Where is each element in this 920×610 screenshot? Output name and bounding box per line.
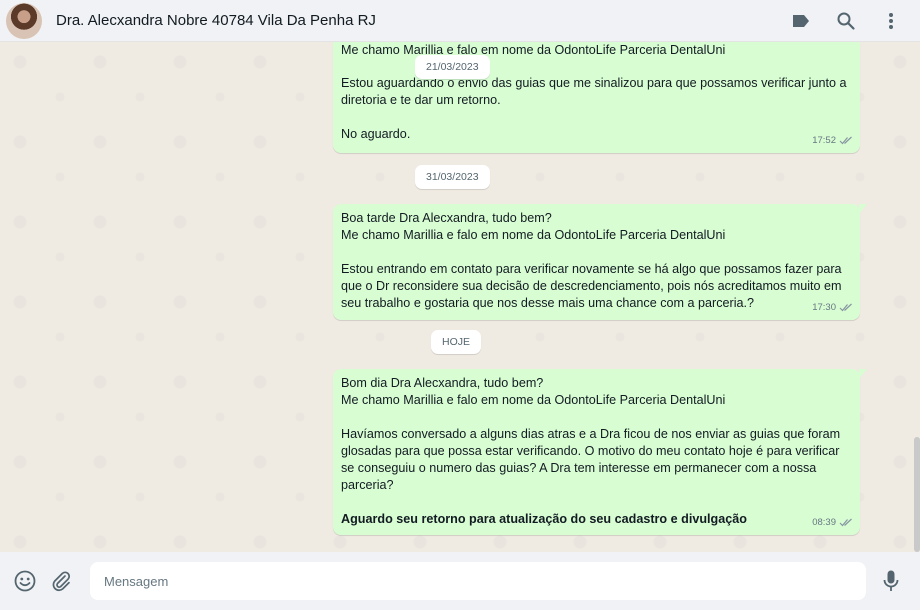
search-icon[interactable] [835,10,857,32]
message-line: se conseguiu o numero das guias? A Dra t… [341,461,817,475]
message-line: Boa tarde Dra Alecxandra, tudo bem? [341,211,552,225]
double-check-icon [839,303,852,312]
message-meta: 08:39 [812,514,853,531]
message-line: que o Dr reconsidere sua decisão de desc… [341,279,842,293]
date-separator: 21/03/2023 [415,55,490,79]
message-meta: 17:30 [812,299,853,316]
message-line: Havíamos conversado a alguns dias atras … [341,427,841,441]
message-input[interactable] [90,562,866,600]
contact-name[interactable]: Dra. Alecxandra Nobre 40784 Vila Da Penh… [56,12,376,29]
message-meta: 17:52 [812,132,853,149]
message-line: seu trabalho e gostaria que nos desse ma… [341,296,755,310]
chat-header: Dra. Alecxandra Nobre 40784 Vila Da Penh… [0,0,920,42]
message-list[interactable]: Me chamo Marillia e falo em nome da Odon… [0,42,920,552]
message-line: Me chamo Marillia e falo em nome da Odon… [341,228,726,242]
microphone-icon[interactable] [878,568,904,594]
message-line: glosadas para que possa estar verificand… [341,444,840,458]
date-separator: 31/03/2023 [415,165,490,189]
bubble-tail [859,204,867,214]
message-bubble-outgoing[interactable]: Bom dia Dra Alecxandra, tudo bem? Me cha… [333,369,867,535]
more-vertical-icon[interactable] [880,10,902,32]
message-line: parceria? [341,478,394,492]
bubble-tail [859,369,867,379]
whatsapp-window: Dra. Alecxandra Nobre 40784 Vila Da Penh… [0,0,920,610]
date-separator-today: HOJE [431,330,482,354]
double-check-icon [839,136,852,145]
message-line: Bom dia Dra Alecxandra, tudo bem? [341,376,544,390]
avatar[interactable] [6,2,42,39]
attach-icon[interactable] [48,568,74,594]
message-time: 17:30 [812,302,836,313]
message-line: Me chamo Marillia e falo em nome da Odon… [341,393,726,407]
header-actions [767,10,902,32]
message-bubble-outgoing[interactable]: Boa tarde Dra Alecxandra, tudo bem? Me c… [333,204,867,320]
scrollbar-thumb[interactable] [914,437,920,552]
composer [0,552,920,610]
message-line: diretoria e te dar um retorno. [341,93,501,107]
message-time: 08:39 [812,517,836,528]
message-line: Estou entrando em contato para verificar… [341,262,842,276]
label-icon[interactable] [790,10,812,32]
message-bubble-outgoing[interactable]: Me chamo Marillia e falo em nome da Odon… [333,42,860,153]
emoji-icon[interactable] [12,568,38,594]
message-line-bold: Aguardo seu retorno para atualização do … [341,512,747,526]
message-time: 17:52 [812,135,836,146]
message-line: No aguardo. [341,127,411,141]
double-check-icon [839,518,852,527]
